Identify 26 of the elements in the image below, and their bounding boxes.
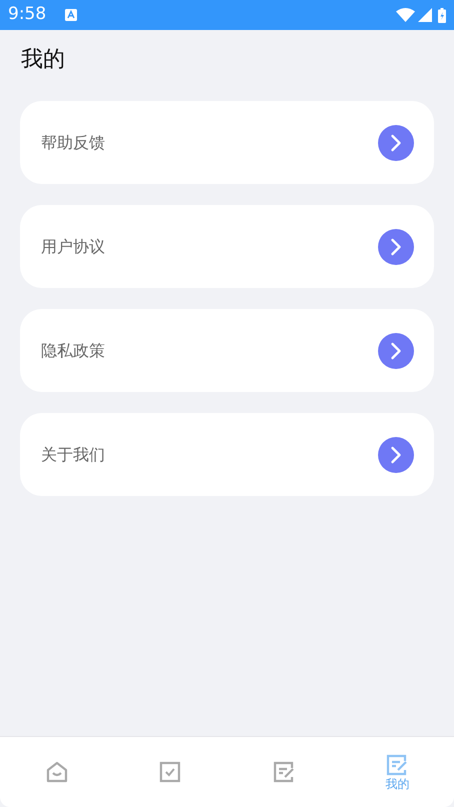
- chevron-right-icon: [390, 342, 402, 360]
- page-title: 我的: [21, 46, 66, 74]
- notification-icon: [65, 9, 78, 21]
- home-icon: [44, 760, 69, 784]
- chevron-right-icon: [390, 134, 402, 152]
- arrow-button[interactable]: [378, 228, 414, 264]
- arrow-button[interactable]: [378, 332, 414, 368]
- chevron-right-icon: [390, 446, 402, 464]
- chevron-right-icon: [390, 238, 402, 256]
- wifi-icon: [396, 8, 415, 22]
- edit-icon: [385, 753, 410, 777]
- menu-card[interactable]: 帮助反馈: [20, 101, 434, 184]
- status-time: 9:58: [8, 3, 46, 26]
- menu-card[interactable]: 关于我们: [20, 413, 434, 496]
- arrow-button[interactable]: [378, 124, 414, 160]
- checkbox-icon: [158, 760, 182, 784]
- menu-card[interactable]: 隐私政策: [20, 309, 434, 392]
- battery-icon: [438, 8, 446, 22]
- arrow-button[interactable]: [378, 436, 414, 472]
- edit-icon: [272, 760, 296, 784]
- menu-label: 关于我们: [41, 444, 105, 466]
- menu-label: 隐私政策: [41, 340, 105, 362]
- signal-icon: [418, 8, 432, 22]
- menu-label: 帮助反馈: [41, 132, 105, 154]
- menu-card[interactable]: 用户协议: [20, 205, 434, 288]
- menu-label: 用户协议: [41, 236, 105, 258]
